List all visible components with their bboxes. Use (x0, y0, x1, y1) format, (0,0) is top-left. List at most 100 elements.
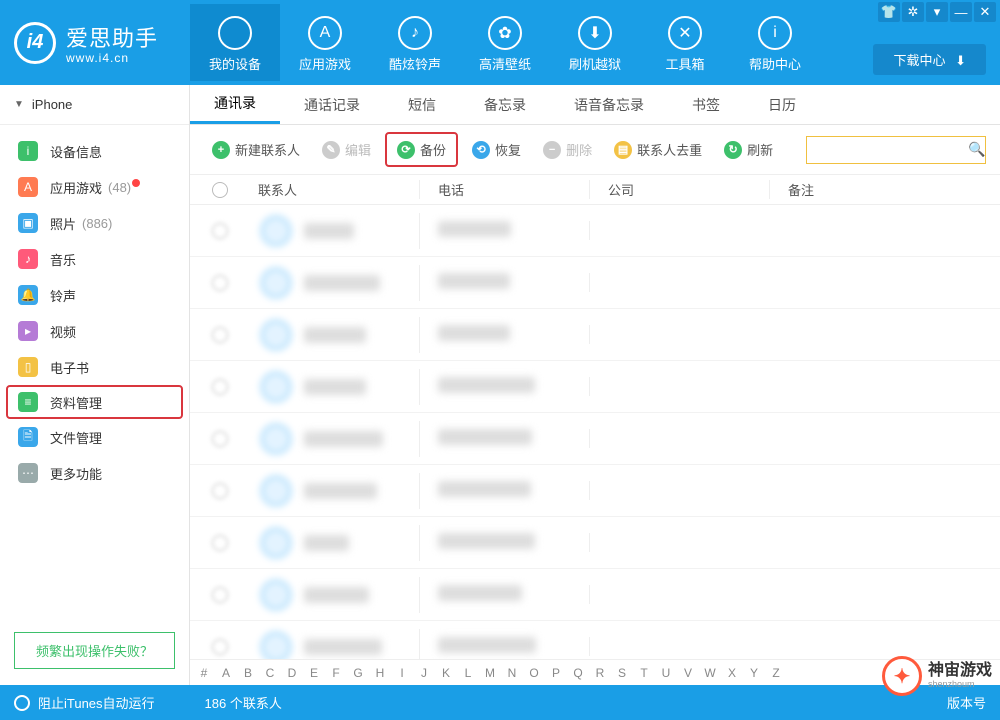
select-all-checkbox[interactable] (212, 182, 228, 198)
tab-2[interactable]: 短信 (384, 85, 460, 124)
col-phone[interactable]: 电话 (420, 180, 590, 199)
refresh-icon: ↻ (724, 141, 742, 159)
restore-button[interactable]: ⟲ 恢复 (464, 136, 529, 163)
contact-name (304, 483, 377, 499)
row-checkbox[interactable] (212, 639, 228, 655)
alpha-N[interactable]: N (506, 666, 518, 680)
alpha-Q[interactable]: Q (572, 666, 584, 680)
tab-6[interactable]: 日历 (744, 85, 820, 124)
sidebar-item-7[interactable]: ≡资料管理 (6, 385, 183, 419)
sidebar-item-2[interactable]: ▣照片(886) (0, 205, 189, 241)
alpha-P[interactable]: P (550, 666, 562, 680)
nav-3[interactable]: ✿高清壁纸 (460, 4, 550, 81)
row-checkbox[interactable] (212, 327, 228, 343)
shirt-icon[interactable]: 👕 (878, 2, 900, 22)
nav-6[interactable]: i帮助中心 (730, 4, 820, 81)
table-row[interactable] (190, 413, 1000, 465)
alpha-I[interactable]: I (396, 666, 408, 680)
sidebar-item-3[interactable]: ♪音乐 (0, 241, 189, 277)
tab-5[interactable]: 书签 (668, 85, 744, 124)
dedupe-button[interactable]: ▤ 联系人去重 (606, 136, 710, 163)
row-checkbox[interactable] (212, 379, 228, 395)
tab-1[interactable]: 通话记录 (280, 85, 384, 124)
table-row[interactable] (190, 257, 1000, 309)
table-row[interactable] (190, 569, 1000, 621)
alpha-Y[interactable]: Y (748, 666, 760, 680)
alpha-V[interactable]: V (682, 666, 694, 680)
tab-4[interactable]: 语音备忘录 (550, 85, 668, 124)
row-checkbox[interactable] (212, 535, 228, 551)
close-icon[interactable]: ✕ (974, 2, 996, 22)
device-selector[interactable]: ▼ iPhone (0, 85, 189, 125)
alpha-X[interactable]: X (726, 666, 738, 680)
row-checkbox[interactable] (212, 483, 228, 499)
alpha-G[interactable]: G (352, 666, 364, 680)
col-note[interactable]: 备注 (770, 180, 1000, 199)
window-controls: 👕 ✲ ▾ — ✕ (878, 2, 996, 22)
alpha-B[interactable]: B (242, 666, 254, 680)
alpha-J[interactable]: J (418, 666, 430, 680)
tab-0[interactable]: 通讯录 (190, 85, 280, 124)
alpha-Z[interactable]: Z (770, 666, 782, 680)
alpha-F[interactable]: F (330, 666, 342, 680)
tab-3[interactable]: 备忘录 (460, 85, 550, 124)
alpha-E[interactable]: E (308, 666, 320, 680)
alpha-S[interactable]: S (616, 666, 628, 680)
row-checkbox[interactable] (212, 275, 228, 291)
watermark-icon: ✦ (882, 656, 922, 696)
alpha-R[interactable]: R (594, 666, 606, 680)
row-checkbox[interactable] (212, 223, 228, 239)
nav-icon: i (758, 16, 792, 50)
alpha-C[interactable]: C (264, 666, 276, 680)
alpha-A[interactable]: A (220, 666, 232, 680)
nav-5[interactable]: ✕工具箱 (640, 4, 730, 81)
nav-2[interactable]: ♪酷炫铃声 (370, 4, 460, 81)
table-row[interactable] (190, 517, 1000, 569)
alpha-L[interactable]: L (462, 666, 474, 680)
alpha-T[interactable]: T (638, 666, 650, 680)
sidebar-icon: ▣ (18, 213, 38, 233)
nav-4[interactable]: ⬇刷机越狱 (550, 4, 640, 81)
search-box[interactable]: 🔍 (806, 136, 986, 164)
tab-bar: 通讯录通话记录短信备忘录语音备忘录书签日历 (190, 85, 1000, 125)
refresh-button[interactable]: ↻ 刷新 (716, 136, 781, 163)
minimize-icon[interactable]: — (950, 2, 972, 22)
alpha-D[interactable]: D (286, 666, 298, 680)
search-icon[interactable]: 🔍 (968, 141, 985, 158)
row-checkbox[interactable] (212, 587, 228, 603)
download-center-button[interactable]: 下载中心 ⬇ (873, 44, 986, 75)
backup-button[interactable]: ⟳ 备份 (385, 132, 458, 167)
faq-link[interactable]: 频繁出现操作失败？ (14, 632, 175, 669)
row-checkbox[interactable] (212, 431, 228, 447)
sidebar-item-1[interactable]: A应用游戏(48) (0, 169, 189, 205)
alpha-U[interactable]: U (660, 666, 672, 680)
sidebar-item-4[interactable]: 🔔铃声 (0, 277, 189, 313)
table-row[interactable] (190, 621, 1000, 659)
itunes-toggle[interactable]: 阻止iTunes自动运行 (14, 693, 155, 712)
contact-rows (190, 205, 1000, 659)
settings-icon[interactable]: ✲ (902, 2, 924, 22)
alpha-#[interactable]: # (198, 666, 210, 680)
table-row[interactable] (190, 309, 1000, 361)
sidebar-item-5[interactable]: ▸视频 (0, 313, 189, 349)
sidebar-item-0[interactable]: i设备信息 (0, 133, 189, 169)
alpha-K[interactable]: K (440, 666, 452, 680)
alpha-H[interactable]: H (374, 666, 386, 680)
contact-name (304, 639, 382, 655)
sidebar-item-6[interactable]: ▯电子书 (0, 349, 189, 385)
sidebar-item-8[interactable]: 🗎文件管理 (0, 419, 189, 455)
table-row[interactable] (190, 465, 1000, 517)
new-contact-button[interactable]: + 新建联系人 (204, 136, 308, 163)
sidebar-item-9[interactable]: ⋯更多功能 (0, 455, 189, 491)
table-row[interactable] (190, 361, 1000, 413)
nav-1[interactable]: A应用游戏 (280, 4, 370, 81)
alpha-O[interactable]: O (528, 666, 540, 680)
table-row[interactable] (190, 205, 1000, 257)
dropdown-icon[interactable]: ▾ (926, 2, 948, 22)
nav-0[interactable]: 我的设备 (190, 4, 280, 81)
search-input[interactable] (813, 143, 968, 157)
alpha-W[interactable]: W (704, 666, 716, 680)
col-company[interactable]: 公司 (590, 180, 770, 199)
col-contact[interactable]: 联系人 (250, 180, 420, 199)
alpha-M[interactable]: M (484, 666, 496, 680)
